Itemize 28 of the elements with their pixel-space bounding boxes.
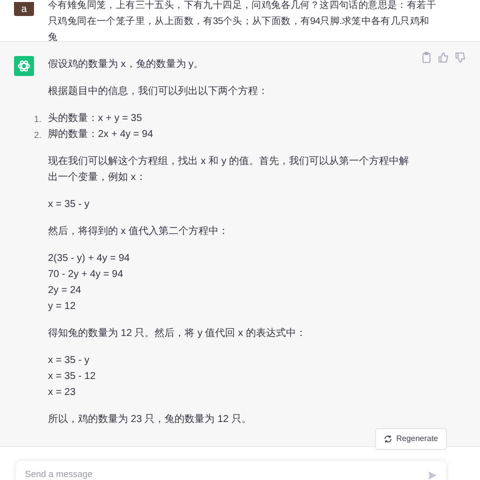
list-number: 2. xyxy=(34,129,43,142)
answer-paragraph: 根据题目中的信息，我们可以列出以下两个方程： xyxy=(48,84,269,99)
list-item: 头的数量：x + y = 35 xyxy=(48,112,142,126)
message-input[interactable]: Send a message xyxy=(25,468,428,480)
answer-paragraph: 然后，将得到的 x 值代入第二个方程中： xyxy=(48,224,230,239)
equation-line: y = 12 xyxy=(48,300,77,314)
refresh-icon xyxy=(384,435,392,443)
answer-paragraph: 得知兔的数量为 12 只。然后，将 y 值代回 x 的表达式中： xyxy=(48,326,307,341)
equation-line: 2y = 24 xyxy=(48,284,82,298)
equation-line: x = 35 - 12 xyxy=(48,370,97,384)
send-icon[interactable] xyxy=(428,470,437,480)
equation-line: 70 - 2y + 4y = 94 xyxy=(48,268,124,282)
equation-line: x = 35 - y xyxy=(48,198,90,212)
thumbs-down-icon[interactable] xyxy=(455,52,466,63)
thumbs-up-icon[interactable] xyxy=(438,52,449,63)
equation-line: x = 35 - y xyxy=(48,354,90,368)
answer-paragraph: 假设鸡的数量为 x，兔的数量为 y。 xyxy=(48,58,205,72)
list-item: 脚的数量：2x + 4y = 94 xyxy=(48,128,154,142)
answer-paragraph: 所以，鸡的数量为 23 只，兔的数量为 12 只。 xyxy=(48,412,252,427)
user-avatar: a xyxy=(14,2,34,16)
user-message: 今有雉兔同笼，上有三十五头，下有九十四足，问鸡兔各几何？这四句话的意思是：有若干只鸡兔同在一个笼子里，从上面数，有35个头；从下面数，有94只脚.求笼中各有几只鸡和兔 xyxy=(48,0,438,41)
chatbot-logo-icon xyxy=(14,56,34,76)
list-number: 1. xyxy=(34,113,43,126)
clipboard-icon[interactable] xyxy=(421,52,432,63)
answer-paragraph: 现在我们可以解这个方程组，找出 x 和 y 的值。首先，我们可以从第一个方程中解出一个变量，例如 x： xyxy=(48,154,410,185)
regenerate-button[interactable]: Regenerate xyxy=(375,428,447,450)
equation-line: x = 23 xyxy=(48,386,77,400)
equation-line: 2(35 - y) + 4y = 94 xyxy=(48,252,131,266)
